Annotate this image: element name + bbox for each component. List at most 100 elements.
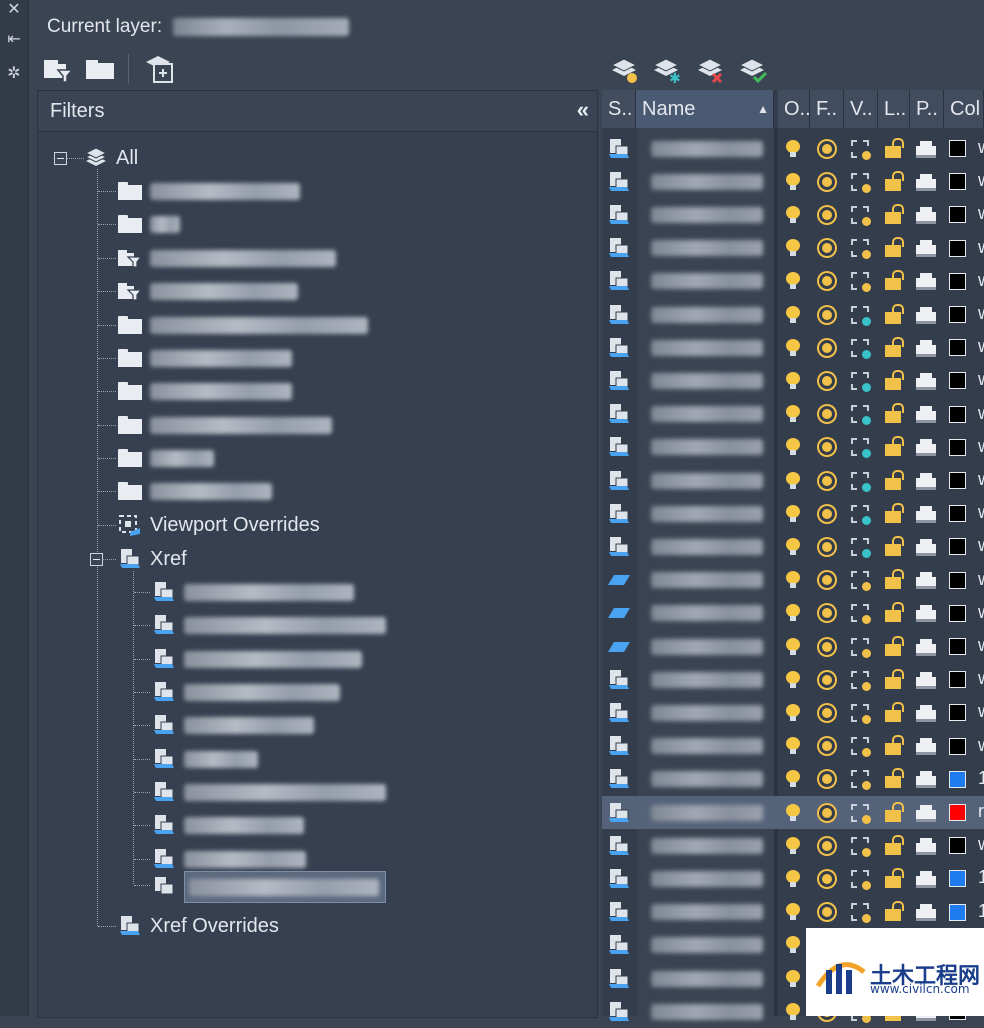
layer-name-cell[interactable] (642, 165, 772, 198)
layer-row[interactable]: w (602, 597, 984, 630)
column-header-on[interactable]: O.. (778, 90, 810, 128)
layer-vp-freeze-toggle[interactable] (846, 232, 874, 265)
layer-on-toggle[interactable] (780, 630, 806, 663)
column-header-status[interactable]: S.. (602, 90, 636, 128)
layer-row[interactable]: w (602, 464, 984, 497)
layer-on-toggle[interactable] (780, 730, 806, 763)
layer-row[interactable]: 1 (602, 763, 984, 796)
layer-freeze-toggle[interactable] (813, 132, 841, 165)
layer-row[interactable]: w (602, 564, 984, 597)
layer-color-cell[interactable] (946, 398, 968, 431)
layer-vp-freeze-toggle[interactable] (846, 696, 874, 729)
layer-lock-toggle[interactable] (880, 398, 906, 431)
tree-node-group-filter[interactable] (118, 410, 332, 440)
column-header-name[interactable]: Name ▲ (636, 90, 774, 128)
layer-name-cell[interactable] (642, 298, 772, 331)
new-layer-vp-frozen-button[interactable]: ✱ (650, 52, 684, 86)
layer-vp-freeze-toggle[interactable] (846, 896, 874, 929)
layer-plot-toggle[interactable] (912, 431, 940, 464)
layer-on-toggle[interactable] (780, 364, 806, 397)
layer-vp-freeze-toggle[interactable] (846, 530, 874, 563)
layer-plot-toggle[interactable] (912, 298, 940, 331)
layer-name-cell[interactable] (642, 862, 772, 895)
layer-color-cell[interactable] (946, 497, 968, 530)
tree-node-group-filter[interactable] (118, 176, 300, 206)
layer-row[interactable]: w (602, 364, 984, 397)
layer-row[interactable]: w (602, 265, 984, 298)
layer-name-cell[interactable] (642, 232, 772, 265)
layer-on-toggle[interactable] (780, 497, 806, 530)
layer-lock-toggle[interactable] (880, 862, 906, 895)
layer-lock-toggle[interactable] (880, 265, 906, 298)
layer-lock-toggle[interactable] (880, 198, 906, 231)
layer-row[interactable]: w (602, 829, 984, 862)
layer-plot-toggle[interactable] (912, 165, 940, 198)
layer-lock-toggle[interactable] (880, 896, 906, 929)
layer-freeze-toggle[interactable] (813, 564, 841, 597)
layer-row[interactable]: r (602, 796, 984, 829)
layer-vp-freeze-toggle[interactable] (846, 763, 874, 796)
layer-lock-toggle[interactable] (880, 730, 906, 763)
layer-name-cell[interactable] (642, 198, 772, 231)
layer-name-cell[interactable] (642, 962, 772, 995)
layer-plot-toggle[interactable] (912, 829, 940, 862)
layer-freeze-toggle[interactable] (813, 630, 841, 663)
layer-freeze-toggle[interactable] (813, 896, 841, 929)
layer-row[interactable]: 1 (602, 862, 984, 895)
column-header-lock[interactable]: L.. (878, 90, 910, 128)
layer-name-cell[interactable] (642, 730, 772, 763)
layer-name-cell[interactable] (642, 663, 772, 696)
layer-color-cell[interactable] (946, 364, 968, 397)
layer-color-cell[interactable] (946, 597, 968, 630)
column-header-vp-freeze[interactable]: V.. (844, 90, 878, 128)
layer-color-cell[interactable] (946, 198, 968, 231)
layer-on-toggle[interactable] (780, 962, 806, 995)
layer-color-cell[interactable] (946, 862, 968, 895)
layer-color-cell[interactable] (946, 796, 968, 829)
layer-on-toggle[interactable] (780, 995, 806, 1028)
settings-icon[interactable]: ✲ (4, 64, 24, 84)
layer-vp-freeze-toggle[interactable] (846, 132, 874, 165)
layer-color-cell[interactable] (946, 730, 968, 763)
tree-node-xref-overrides[interactable]: Xref Overrides (118, 911, 279, 941)
tree-node-xref-file[interactable] (152, 744, 258, 774)
layer-row[interactable]: w (602, 696, 984, 729)
layer-on-toggle[interactable] (780, 696, 806, 729)
layer-row[interactable]: w (602, 298, 984, 331)
layer-name-cell[interactable] (642, 464, 772, 497)
tree-node-group-filter[interactable] (118, 343, 292, 373)
layer-freeze-toggle[interactable] (813, 663, 841, 696)
layer-color-cell[interactable] (946, 331, 968, 364)
layer-freeze-toggle[interactable] (813, 497, 841, 530)
layer-row[interactable]: w (602, 630, 984, 663)
layer-name-cell[interactable] (642, 696, 772, 729)
layer-vp-freeze-toggle[interactable] (846, 663, 874, 696)
layer-row[interactable]: w (602, 663, 984, 696)
layer-name-cell[interactable] (642, 398, 772, 431)
layer-color-cell[interactable] (946, 298, 968, 331)
layer-on-toggle[interactable] (780, 265, 806, 298)
layer-on-toggle[interactable] (780, 796, 806, 829)
layer-vp-freeze-toggle[interactable] (846, 298, 874, 331)
layer-color-cell[interactable] (946, 431, 968, 464)
layer-freeze-toggle[interactable] (813, 829, 841, 862)
layer-on-toggle[interactable] (780, 132, 806, 165)
layer-on-toggle[interactable] (780, 298, 806, 331)
layer-freeze-toggle[interactable] (813, 431, 841, 464)
layer-on-toggle[interactable] (780, 597, 806, 630)
layer-name-cell[interactable] (642, 896, 772, 929)
layer-name-cell[interactable] (642, 630, 772, 663)
layer-row[interactable]: w (602, 331, 984, 364)
layer-lock-toggle[interactable] (880, 298, 906, 331)
layer-freeze-toggle[interactable] (813, 232, 841, 265)
tree-node-viewport-overrides[interactable]: Viewport Overrides (118, 510, 320, 540)
tree-node-xref-file[interactable] (152, 710, 314, 740)
layer-freeze-toggle[interactable] (813, 298, 841, 331)
tree-node-xref-file-selected[interactable] (152, 871, 386, 903)
tree-node-xref-file[interactable] (152, 610, 386, 640)
layer-color-cell[interactable] (946, 763, 968, 796)
tree-node-all[interactable]: All (82, 143, 138, 173)
layer-lock-toggle[interactable] (880, 630, 906, 663)
layer-lock-toggle[interactable] (880, 763, 906, 796)
layer-plot-toggle[interactable] (912, 530, 940, 563)
